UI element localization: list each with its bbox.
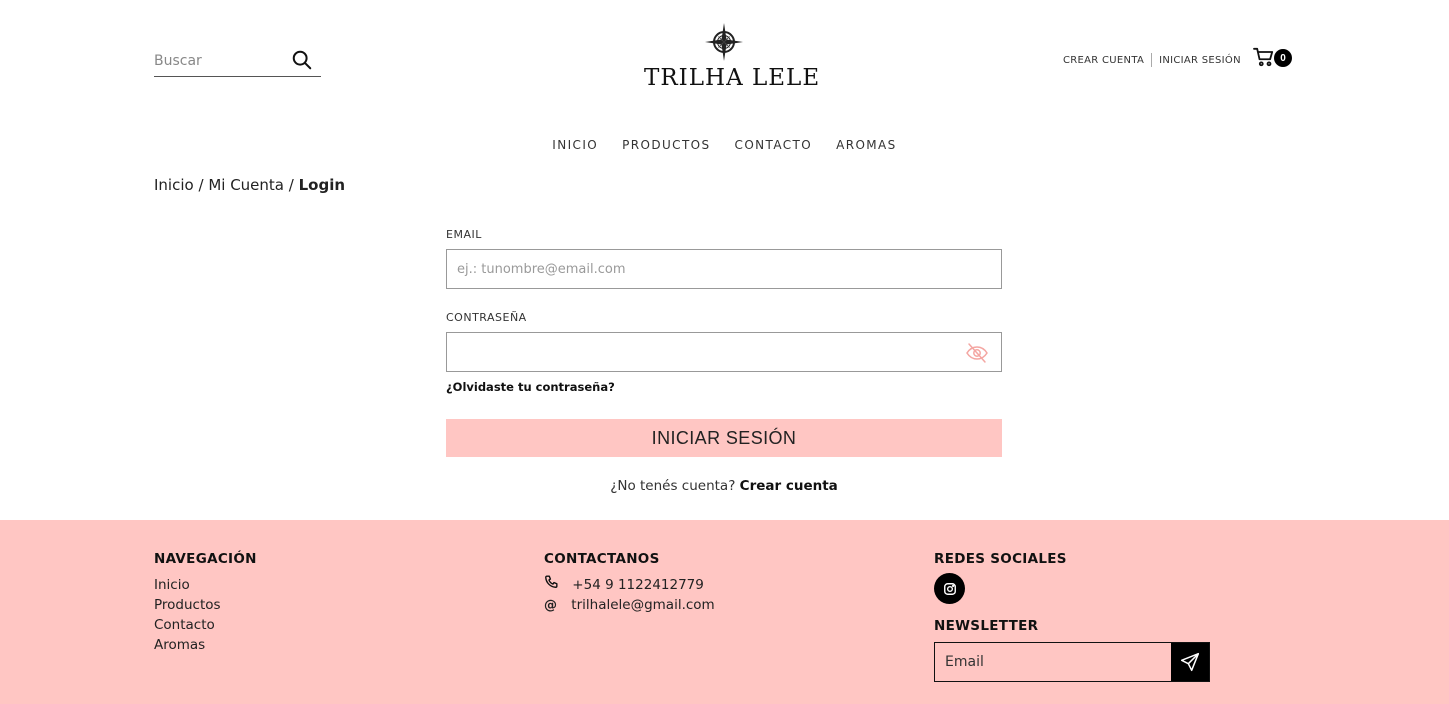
instagram-button[interactable] bbox=[934, 573, 965, 604]
footer-contact-title: CONTACTANOS bbox=[544, 551, 660, 567]
footer-social-title: REDES SOCIALES bbox=[934, 551, 1067, 567]
logo-text: TRILHA LELE bbox=[644, 65, 821, 91]
footer-link-inicio[interactable]: Inicio bbox=[154, 575, 257, 595]
password-label: CONTRASEÑA bbox=[446, 311, 527, 324]
cart-count-badge: 0 bbox=[1274, 49, 1292, 67]
send-icon bbox=[1180, 652, 1200, 672]
phone-number: +54 9 1122412779 bbox=[572, 577, 704, 593]
login-button[interactable]: INICIAR SESIÓN bbox=[446, 419, 1002, 457]
login-link[interactable]: INICIAR SESIÓN bbox=[1159, 55, 1241, 66]
forgot-password-link[interactable]: ¿Olvidaste tu contraseña? bbox=[446, 380, 615, 394]
nav-item-inicio[interactable]: INICIO bbox=[552, 138, 598, 152]
no-account-text: ¿No tenés cuenta? Crear cuenta bbox=[446, 478, 1002, 494]
breadcrumb-account[interactable]: Mi Cuenta bbox=[208, 176, 284, 194]
nav-item-productos[interactable]: PRODUCTOS bbox=[622, 138, 710, 152]
nav-item-contacto[interactable]: CONTACTO bbox=[735, 138, 813, 152]
divider bbox=[1151, 53, 1153, 67]
cart-button[interactable]: 0 bbox=[1253, 47, 1293, 69]
newsletter-submit-button[interactable] bbox=[1171, 643, 1209, 681]
phone-icon bbox=[545, 575, 558, 588]
footer-link-contacto[interactable]: Contacto bbox=[154, 615, 257, 635]
search-icon[interactable] bbox=[291, 49, 313, 71]
password-field-wrapper bbox=[446, 332, 1002, 372]
footer-link-productos[interactable]: Productos bbox=[154, 595, 257, 615]
email-field[interactable] bbox=[447, 250, 1001, 288]
eye-slash-icon[interactable] bbox=[965, 342, 989, 364]
newsletter-email-input[interactable] bbox=[935, 643, 1171, 681]
logo[interactable]: TRILHA LELE bbox=[644, 22, 821, 98]
nav-item-aromas[interactable]: AROMAS bbox=[836, 138, 897, 152]
newsletter-title: NEWSLETTER bbox=[934, 618, 1039, 634]
footer-link-aromas[interactable]: Aromas bbox=[154, 635, 257, 655]
email-label: EMAIL bbox=[446, 228, 482, 241]
footer-social: REDES SOCIALES NEWSLETTER bbox=[934, 551, 1210, 682]
email-line[interactable]: @ trilhalele@gmail.com bbox=[544, 595, 715, 615]
account-links: CREAR CUENTA INICIAR SESIÓN bbox=[1063, 53, 1241, 67]
compass-logo-icon bbox=[705, 23, 743, 61]
search-input[interactable] bbox=[154, 44, 284, 74]
footer-navigation: NAVEGACIÓN Inicio Productos Contacto Aro… bbox=[154, 551, 257, 655]
breadcrumb-separator: / bbox=[288, 176, 294, 194]
instagram-icon bbox=[943, 582, 956, 595]
email-field-wrapper bbox=[446, 249, 1002, 289]
contact-email: trilhalele@gmail.com bbox=[571, 597, 715, 613]
login-form: EMAIL CONTRASEÑA ¿Olvidaste tu contraseñ… bbox=[446, 228, 1002, 494]
at-icon: @ bbox=[544, 598, 557, 613]
breadcrumb-current: Login bbox=[298, 176, 346, 194]
password-field[interactable] bbox=[447, 333, 1001, 371]
create-account-button[interactable]: Crear cuenta bbox=[740, 478, 838, 494]
breadcrumb-separator: / bbox=[198, 176, 204, 194]
footer-contact: CONTACTANOS +54 9 1122412779 @ trilhalel… bbox=[544, 551, 715, 615]
cart-icon bbox=[1253, 47, 1274, 67]
breadcrumb-home[interactable]: Inicio bbox=[154, 176, 194, 194]
breadcrumb: Inicio / Mi Cuenta / Login bbox=[154, 176, 345, 194]
footer: NAVEGACIÓN Inicio Productos Contacto Aro… bbox=[0, 520, 1449, 704]
footer-nav-title: NAVEGACIÓN bbox=[154, 551, 257, 567]
no-account-label: ¿No tenés cuenta? bbox=[610, 478, 736, 494]
create-account-link[interactable]: CREAR CUENTA bbox=[1063, 55, 1144, 66]
search-bar bbox=[154, 44, 321, 77]
newsletter-form bbox=[934, 642, 1210, 682]
phone-line[interactable]: +54 9 1122412779 bbox=[544, 575, 715, 595]
main-nav: INICIO PRODUCTOS CONTACTO AROMAS bbox=[0, 138, 1449, 152]
